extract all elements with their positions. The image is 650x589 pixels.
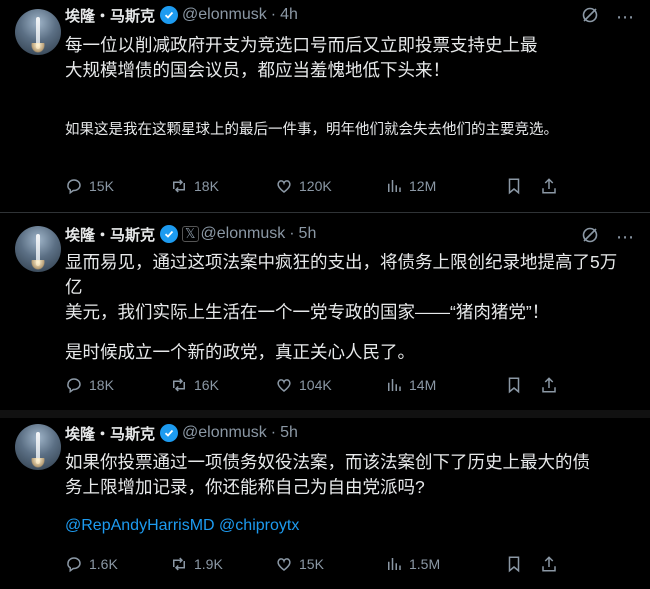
views-count: 14M [409, 377, 437, 393]
grok-icon[interactable] [580, 225, 600, 250]
tweet-text: 显而易见，通过这项法案中疯狂的支出，将债务上限创纪录地提高了5万亿 美元，我们实… [65, 250, 625, 325]
tweet-secondary-text: 如果这是我在这颗星球上的最后一件事，明年他们就会失去他们的主要竞选。 [65, 122, 558, 138]
x-badge-icon: 𝕏 [182, 226, 199, 242]
repost-count: 16K [194, 377, 219, 393]
verified-icon [160, 225, 179, 243]
share-button[interactable] [540, 376, 570, 394]
reply-icon [67, 179, 81, 195]
bookmark-icon [508, 556, 520, 573]
repost-count: 1.9K [194, 556, 223, 572]
views-button[interactable]: 1.5M [385, 555, 505, 573]
separator-dot: · [270, 424, 277, 441]
avatar[interactable] [15, 9, 61, 55]
avatar[interactable] [15, 226, 61, 272]
like-button[interactable]: 120K [275, 177, 385, 195]
tweet-header: 埃隆・马斯克 @elonmusk · 4h [65, 4, 298, 26]
bookmark-button[interactable] [505, 177, 540, 195]
repost-button[interactable]: 18K [170, 177, 275, 195]
like-count: 15K [299, 556, 324, 572]
bookmark-button[interactable] [505, 555, 540, 573]
tweet-text-line: 大规模增债的国会议员，都应当羞愧地低下头来！ [65, 60, 450, 80]
tweet-time[interactable]: 5h [299, 225, 317, 243]
author-name[interactable]: 埃隆・马斯克 [65, 224, 155, 245]
tweet-top-icons: ⋯ [580, 5, 634, 30]
like-icon [277, 180, 291, 193]
like-count: 104K [299, 377, 332, 393]
author-handle[interactable]: @elonmusk [182, 424, 267, 442]
views-button[interactable]: 14M [385, 376, 505, 394]
bookmark-icon [508, 377, 520, 394]
separator-dot: · [270, 6, 277, 23]
like-icon [277, 379, 291, 392]
reply-button[interactable]: 18K [65, 376, 170, 394]
like-count: 120K [299, 178, 332, 194]
reply-count: 1.6K [89, 556, 118, 572]
views-icon [388, 558, 401, 570]
reply-button[interactable]: 1.6K [65, 555, 170, 573]
tweet-1[interactable]: 埃隆・马斯克 @elonmusk · 4h ⋯ 每一位以削减政府开支为竞选口号而… [0, 0, 650, 212]
verified-icon [160, 6, 179, 24]
tweet-time[interactable]: 5h [280, 424, 298, 442]
reply-count: 18K [89, 377, 114, 393]
views-count: 12M [409, 178, 437, 194]
share-icon [542, 556, 556, 572]
divider [0, 410, 650, 418]
tweet-mentions[interactable]: @RepAndyHarrisMD @chiproytx [65, 513, 625, 538]
share-icon [542, 178, 556, 194]
separator-dot: · [289, 225, 295, 242]
author-handle[interactable]: @elonmusk [182, 6, 267, 24]
reply-count: 15K [89, 178, 114, 194]
tweet-actions: 15K 18K 120K 12M [65, 177, 640, 195]
repost-button[interactable]: 1.9K [170, 555, 275, 573]
views-count: 1.5M [409, 556, 441, 572]
like-button[interactable]: 15K [275, 555, 385, 573]
share-button[interactable] [540, 177, 570, 195]
reply-icon [67, 378, 81, 394]
tweet-3[interactable]: 埃隆・马斯克 @elonmusk · 5h 如果你投票通过一项债务奴役法案，而该… [0, 418, 650, 589]
repost-count: 18K [194, 178, 219, 194]
like-button[interactable]: 104K [275, 376, 385, 394]
author-name[interactable]: 埃隆・马斯克 [65, 423, 155, 444]
share-button[interactable] [540, 555, 570, 573]
like-icon [277, 558, 291, 571]
tweet-actions: 18K 16K 104K 14M [65, 376, 640, 394]
bookmark-button[interactable] [505, 376, 540, 394]
repost-button[interactable]: 16K [170, 376, 275, 394]
tweet-text-line: 显而易见，通过这项法案中疯狂的支出，将债务上限创纪录地提高了5万亿 [65, 252, 618, 297]
share-icon [542, 377, 556, 393]
tweet-text-line: 务上限增加记录，你还能称自己为自由党派吗? [65, 477, 425, 497]
reply-button[interactable]: 15K [65, 177, 170, 195]
tweet-text-line: 美元，我们实际上生活在一个一党专政的国家——“猪肉猪党”！ [65, 302, 550, 322]
tweet-text-line: 每一位以削减政府开支为竞选口号而后又立即投票支持史上最 [65, 35, 538, 55]
repost-icon [173, 557, 185, 571]
tweet-text-line: 如果你投票通过一项债务奴役法案，而该法案创下了历史上最大的债 [65, 452, 590, 472]
tweet-text: 每一位以削减政府开支为竞选口号而后又立即投票支持史上最 大规模增债的国会议员，都… [65, 33, 625, 83]
views-icon [388, 379, 401, 391]
grok-icon[interactable] [580, 5, 600, 30]
tweet-secondary-text: 是时候成立一个新的政党，真正关心人民了。 [65, 342, 415, 362]
tweet-actions: 1.6K 1.9K 15K 1.5M [65, 555, 640, 573]
author-name[interactable]: 埃隆・马斯克 [65, 5, 155, 26]
tweet-time[interactable]: 4h [280, 6, 298, 24]
avatar[interactable] [15, 424, 61, 470]
repost-icon [173, 378, 185, 392]
views-icon [388, 180, 401, 192]
more-icon[interactable]: ⋯ [616, 7, 634, 28]
tweet-header: 埃隆・马斯克 @elonmusk · 5h [65, 422, 298, 444]
verified-icon [160, 424, 179, 442]
reply-icon [67, 557, 81, 573]
tweet-header: 埃隆・马斯克 𝕏 @elonmusk · 5h [65, 223, 316, 245]
author-handle[interactable]: @elonmusk [201, 225, 286, 243]
views-button[interactable]: 12M [385, 177, 505, 195]
more-icon[interactable]: ⋯ [616, 227, 634, 248]
bookmark-icon [508, 178, 520, 195]
tweet-text: 如果你投票通过一项债务奴役法案，而该法案创下了历史上最大的债 务上限增加记录，你… [65, 450, 625, 500]
tweet-top-icons: ⋯ [580, 225, 634, 250]
tweet-2[interactable]: 埃隆・马斯克 𝕏 @elonmusk · 5h ⋯ 显而易见，通过这项法案中疯狂… [0, 213, 650, 410]
repost-icon [173, 179, 185, 193]
